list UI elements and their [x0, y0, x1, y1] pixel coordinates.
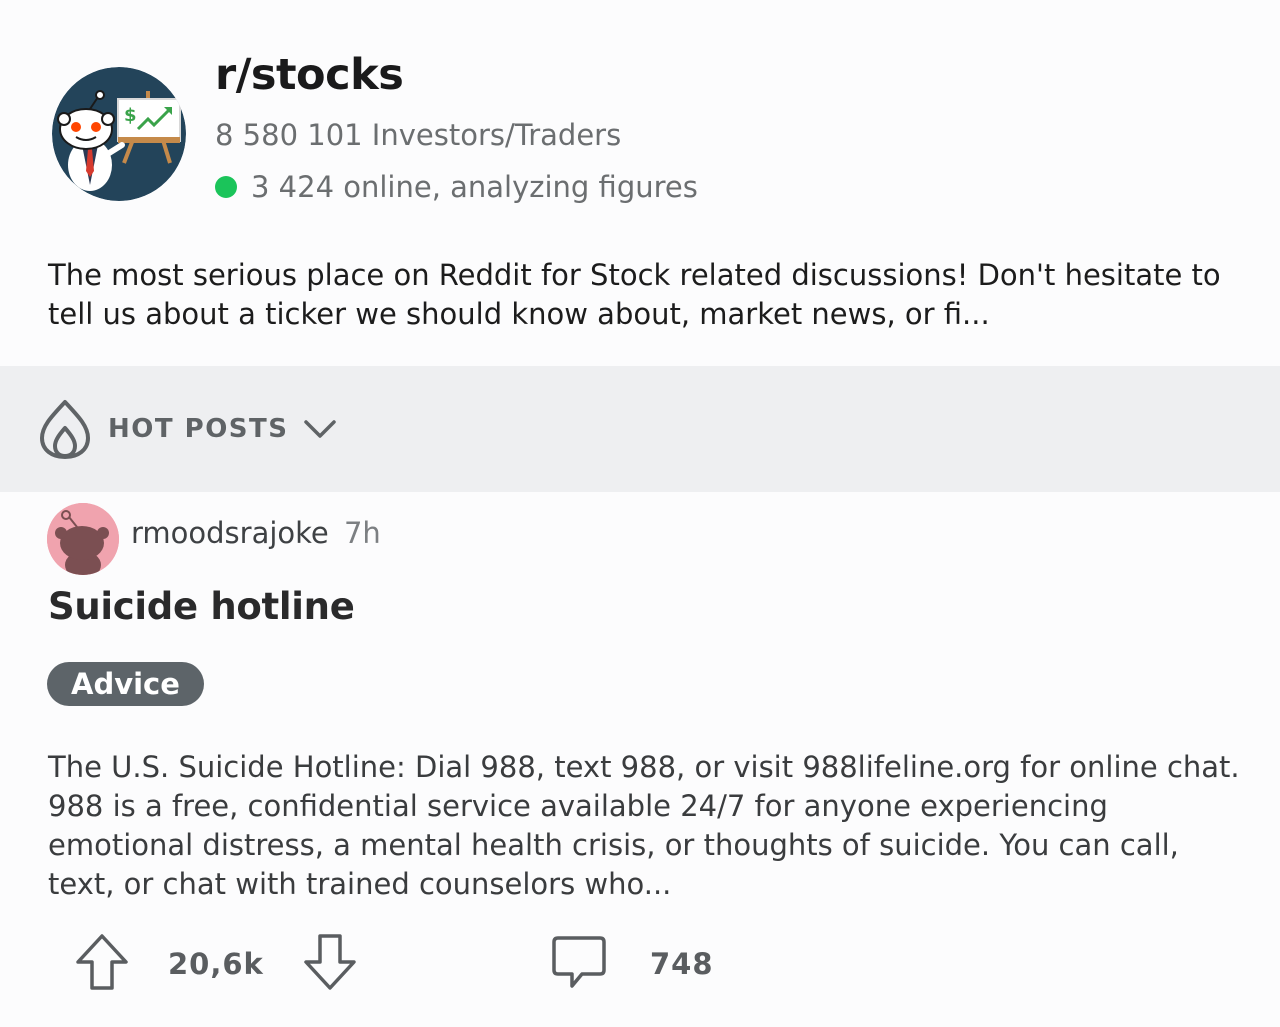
subreddit-description: The most serious place on Reddit for Sto… — [48, 258, 1221, 331]
post-body[interactable]: The U.S. Suicide Hotline: Dial 988, text… — [48, 748, 1248, 904]
author-name[interactable]: rmoodsrajoke — [131, 516, 329, 550]
comment-bubble-icon — [552, 936, 606, 988]
sort-bar: HOT POSTS — [0, 366, 1280, 492]
post-time: 7h — [343, 516, 381, 550]
member-count: 8 580 101 Investors/Traders — [215, 118, 622, 152]
downvote-arrow-icon — [304, 934, 356, 990]
sort-dropdown[interactable]: HOT POSTS — [38, 398, 337, 460]
vote-group: 20,6k — [74, 932, 358, 996]
comments-button[interactable] — [550, 932, 608, 996]
online-dot-icon — [215, 176, 237, 198]
vote-count: 20,6k — [168, 947, 264, 981]
post-card[interactable]: rmoodsrajoke 7h Suicide hotline Advice T… — [0, 492, 1280, 1027]
online-status: 3 424 online, analyzing figures — [215, 170, 698, 204]
svg-text:$: $ — [124, 105, 137, 126]
post-flair[interactable]: Advice — [47, 662, 204, 706]
post-title[interactable]: Suicide hotline — [48, 585, 355, 628]
flame-icon — [40, 400, 90, 459]
comment-count: 748 — [650, 947, 714, 981]
snoo-avatar-icon — [47, 503, 119, 575]
subreddit-avatar[interactable]: $ — [52, 67, 186, 201]
author-avatar[interactable] — [47, 503, 119, 575]
snoo-investor-icon: $ — [52, 67, 186, 201]
subreddit-name[interactable]: r/stocks — [215, 50, 404, 100]
online-count: 3 424 online, analyzing figures — [251, 170, 698, 204]
upvote-arrow-icon — [76, 934, 128, 990]
post-meta: rmoodsrajoke 7h — [131, 516, 381, 550]
upvote-button[interactable] — [74, 932, 130, 996]
chevron-down-icon — [303, 420, 336, 438]
downvote-button[interactable] — [302, 932, 358, 996]
subreddit-header: $ r/stocks 8 580 101 Investors/Traders 3… — [0, 0, 1280, 366]
sort-label: HOT POSTS — [108, 414, 289, 444]
post-actions: 20,6k 748 — [0, 932, 1280, 992]
comments-group[interactable]: 748 — [550, 932, 714, 996]
reddit-subreddit-page: $ r/stocks 8 580 101 Investors/Traders 3… — [0, 0, 1280, 1027]
